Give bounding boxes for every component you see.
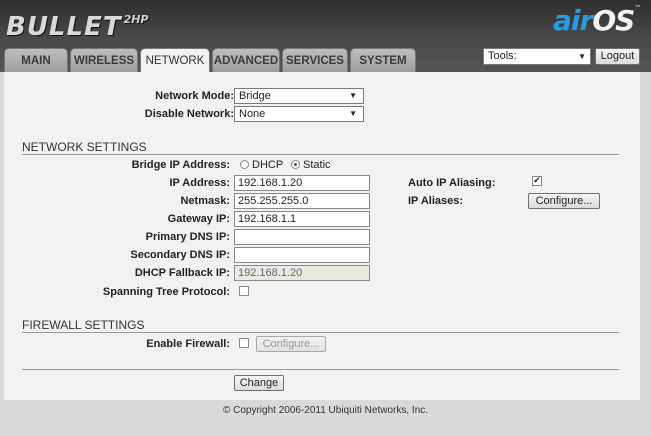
chevron-down-icon: ▼: [349, 109, 357, 118]
enable-firewall-checkbox[interactable]: [239, 338, 249, 348]
tools-dropdown[interactable]: Tools: ▼: [483, 48, 591, 65]
logout-button[interactable]: Logout: [595, 48, 640, 65]
chevron-down-icon: ▼: [349, 91, 357, 100]
spanning-tree-checkbox[interactable]: [239, 286, 249, 296]
ip-aliases-configure-button[interactable]: Configure...: [528, 193, 600, 209]
brand-tm: ™: [634, 4, 641, 12]
netmask-input[interactable]: 255.255.255.0: [234, 193, 370, 209]
ip-address-label: IP Address:: [169, 177, 230, 189]
network-mode-value: Bridge: [239, 90, 271, 102]
disable-network-value: None: [239, 108, 266, 120]
static-radio[interactable]: [291, 160, 300, 169]
bullet-logo: BULLET 2HP: [6, 12, 149, 42]
dhcp-radio[interactable]: [240, 160, 249, 169]
netmask-label: Netmask:: [180, 195, 230, 207]
section-divider: [22, 332, 619, 333]
checkmark-icon: ✔: [533, 176, 541, 186]
gateway-ip-label: Gateway IP:: [167, 213, 230, 225]
header: BULLET 2HP airOS™ MAIN WIRELESS NETWORK A…: [0, 0, 651, 73]
dhcp-radio-label: DHCP: [252, 159, 284, 171]
firewall-settings-title: FIREWALL SETTINGS: [22, 318, 145, 332]
brand-air: air: [553, 4, 593, 37]
bridge-ip-label: Bridge IP Address:: [131, 159, 230, 171]
change-button[interactable]: Change: [234, 375, 284, 391]
network-mode-select[interactable]: Bridge ▼: [234, 88, 364, 104]
gateway-ip-input[interactable]: 192.168.1.1: [234, 211, 370, 227]
network-panel: Network Mode: Bridge ▼ Disable Network: …: [4, 72, 640, 400]
disable-network-label: Disable Network:: [144, 108, 234, 120]
primary-dns-label: Primary DNS IP:: [145, 231, 230, 243]
product-model: 2HP: [123, 13, 149, 26]
ip-aliases-label: IP Aliases:: [408, 195, 464, 207]
tab-wireless[interactable]: WIRELESS: [70, 48, 138, 72]
section-divider: [22, 369, 619, 370]
auto-ip-aliasing-checkbox[interactable]: ✔: [532, 176, 542, 186]
section-divider: [22, 154, 619, 155]
dhcp-fallback-input: 192.168.1.20: [234, 265, 370, 281]
spanning-tree-label: Spanning Tree Protocol:: [102, 286, 230, 298]
tab-services[interactable]: SERVICES: [282, 48, 348, 72]
auto-ip-aliasing-label: Auto IP Aliasing:: [408, 177, 496, 189]
ip-address-input[interactable]: 192.168.1.20: [234, 175, 370, 191]
network-settings-title: NETWORK SETTINGS: [22, 140, 147, 154]
firewall-configure-button: Configure...: [256, 336, 326, 352]
primary-dns-input[interactable]: [234, 229, 370, 245]
copyright-footer: © Copyright 2006-2011 Ubiquiti Networks,…: [222, 405, 429, 416]
enable-firewall-label: Enable Firewall:: [146, 338, 230, 350]
tab-main[interactable]: MAIN: [4, 48, 68, 72]
network-mode-label: Network Mode:: [155, 90, 234, 102]
tab-network[interactable]: NETWORK: [140, 48, 210, 73]
chevron-down-icon: ▼: [578, 52, 586, 61]
airos-logo: airOS™: [553, 4, 641, 37]
disable-network-select[interactable]: None ▼: [234, 106, 364, 122]
static-radio-label: Static: [303, 159, 331, 171]
product-name: BULLET: [6, 12, 122, 42]
brand-os: OS: [592, 4, 635, 37]
tab-advanced[interactable]: ADVANCED: [212, 48, 280, 72]
secondary-dns-input[interactable]: [234, 247, 370, 263]
secondary-dns-label: Secondary DNS IP:: [130, 249, 230, 261]
tools-dropdown-value: Tools:: [488, 50, 517, 62]
tab-system[interactable]: SYSTEM: [350, 48, 416, 72]
dhcp-fallback-label: DHCP Fallback IP:: [134, 267, 230, 279]
